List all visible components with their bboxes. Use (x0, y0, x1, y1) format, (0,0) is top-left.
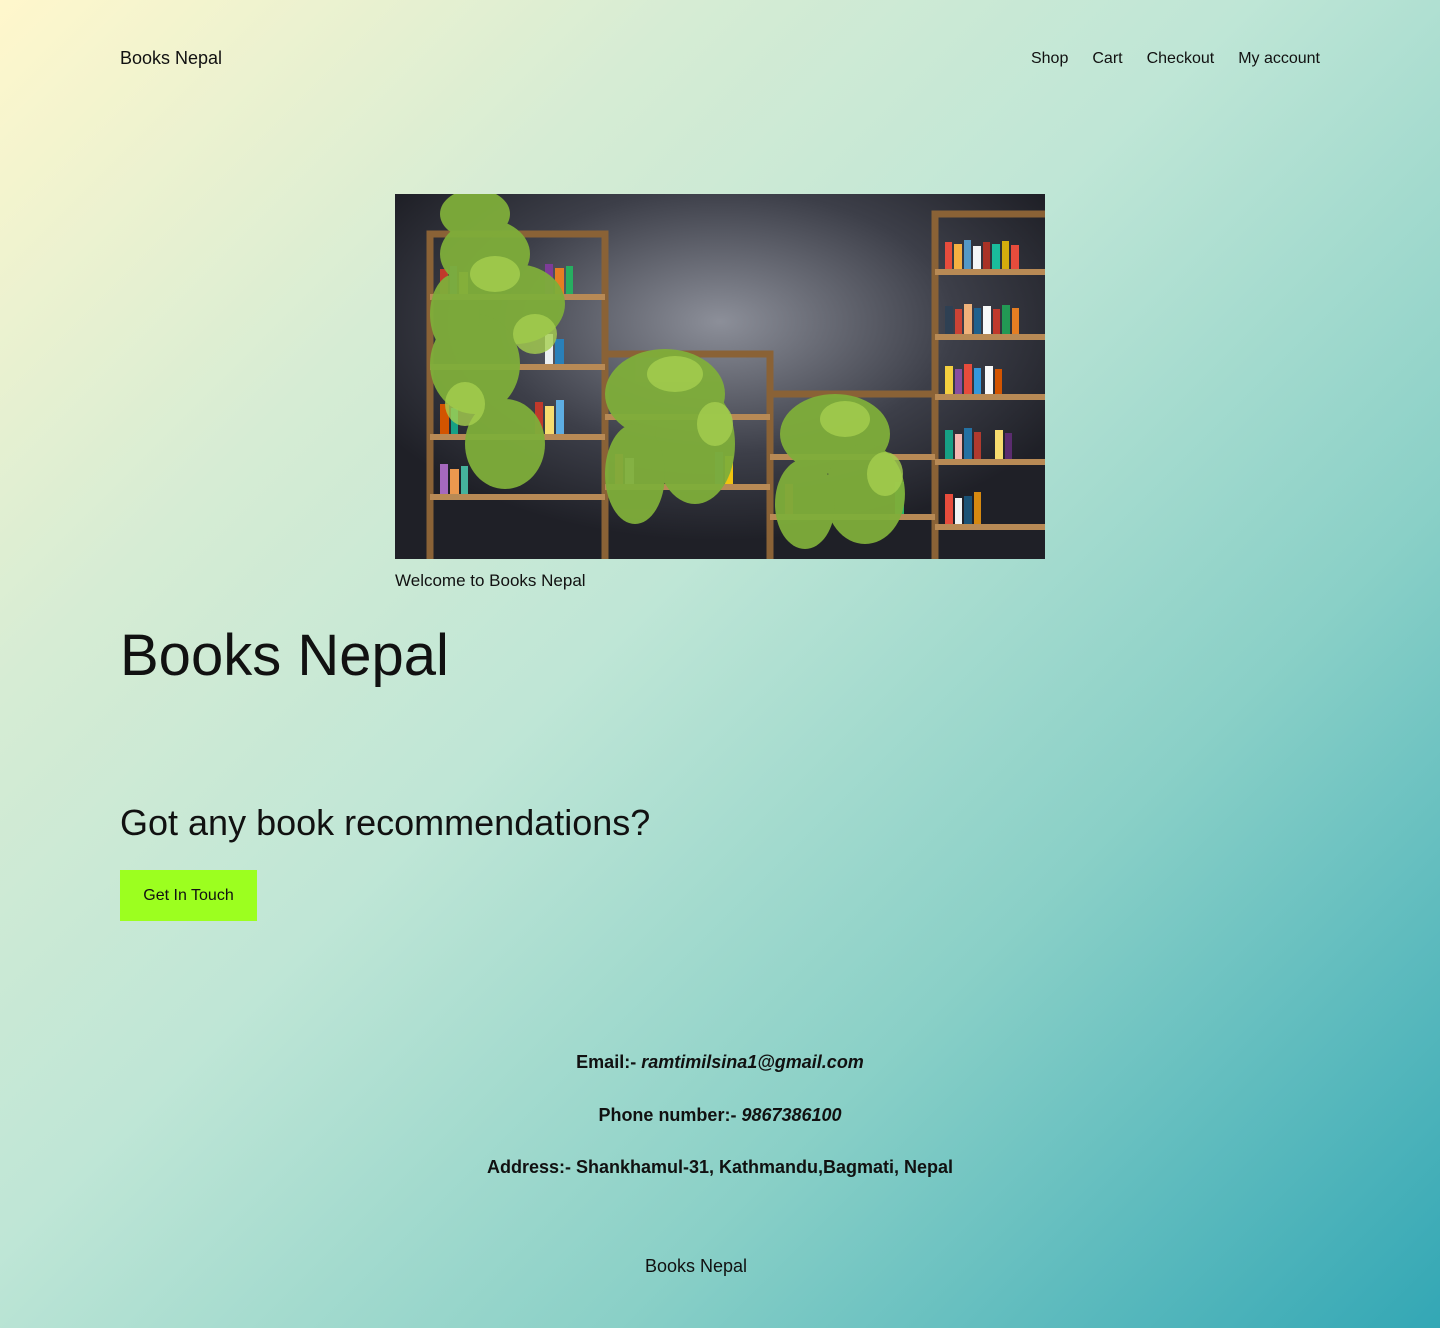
primary-nav: Shop Cart Checkout My account (1031, 50, 1320, 68)
phone-label: Phone number:- (598, 1105, 742, 1125)
page-title: Books Nepal (120, 623, 449, 688)
bookshelf-illustration (395, 194, 1045, 559)
contact-email: Email:- ramtimilsina1@gmail.com (0, 1052, 1440, 1073)
get-in-touch-button[interactable]: Get In Touch (120, 870, 257, 921)
nav-link-cart[interactable]: Cart (1092, 50, 1122, 68)
nav-link-checkout[interactable]: Checkout (1147, 50, 1215, 68)
nav-link-shop[interactable]: Shop (1031, 50, 1068, 68)
hero-caption: Welcome to Books Nepal (395, 571, 586, 590)
nav-link-my-account[interactable]: My account (1238, 50, 1320, 68)
address-value: Shankhamul-31, Kathmandu,Bagmati, Nepal (575, 1157, 954, 1177)
phone-value: 9867386100 (741, 1105, 842, 1125)
hero-image (395, 194, 1045, 559)
email-value: ramtimilsina1@gmail.com (641, 1052, 864, 1072)
contact-address: Address:- Shankhamul-31, Kathmandu,Bagma… (0, 1157, 1440, 1178)
email-label: Email:- (576, 1052, 642, 1072)
footer-site-title[interactable]: Books Nepal (645, 1256, 747, 1277)
contact-phone: Phone number:- 9867386100 (0, 1105, 1440, 1126)
address-label: Address:- (486, 1157, 576, 1177)
site-title[interactable]: Books Nepal (120, 48, 222, 69)
recommendation-heading: Got any book recommendations? (120, 802, 651, 843)
